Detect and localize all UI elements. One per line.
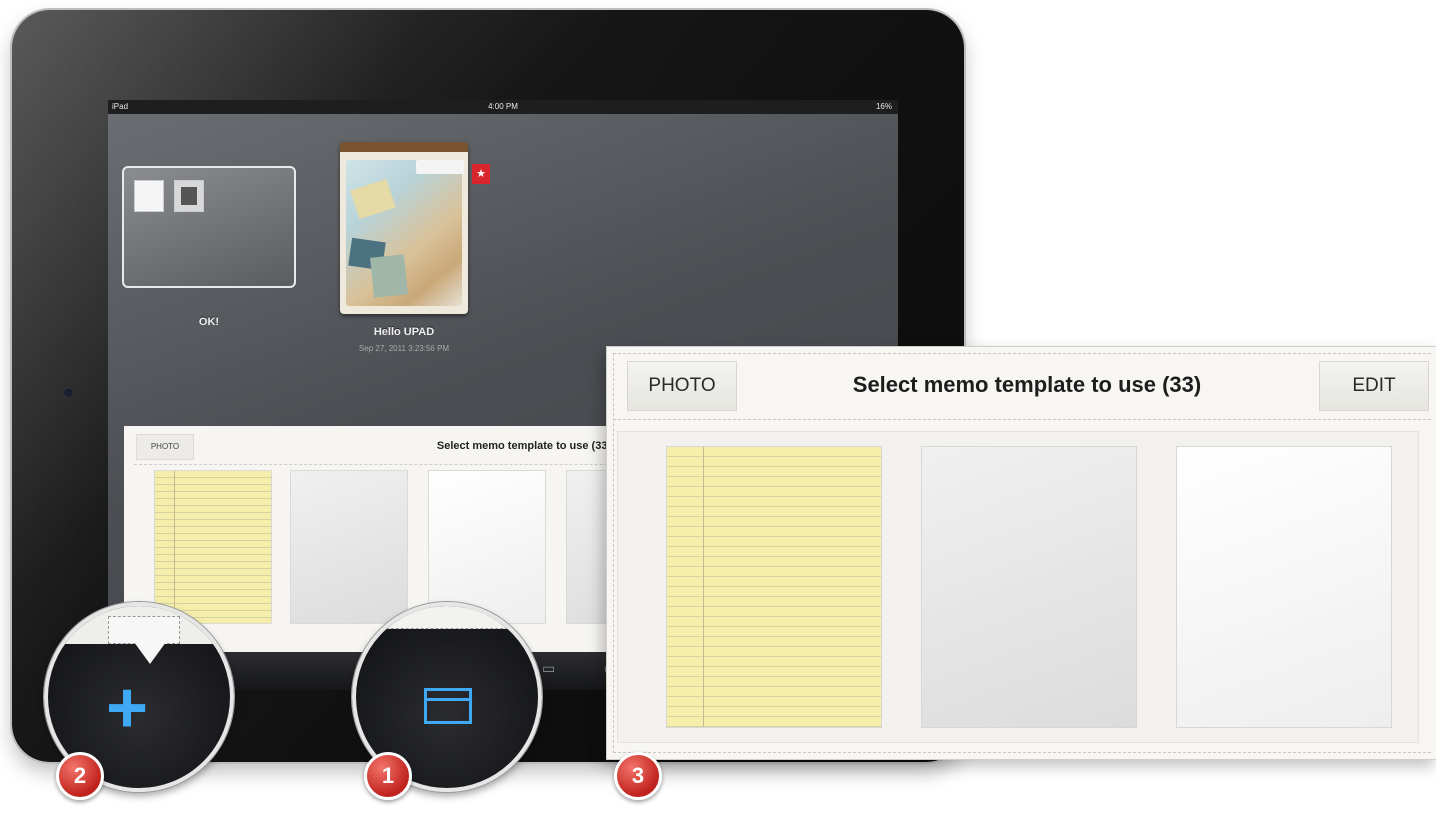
step-badge-2: 2 bbox=[56, 752, 104, 800]
template-white-paper[interactable] bbox=[1176, 446, 1392, 728]
callout-arrow bbox=[134, 642, 166, 664]
memo-notebook-hello-upad[interactable]: ★ bbox=[340, 142, 490, 314]
mini-page-thumbnail bbox=[134, 180, 164, 212]
memo-title: OK! bbox=[198, 316, 220, 328]
photo-button[interactable]: PHOTO bbox=[136, 434, 194, 460]
edit-button[interactable]: EDIT bbox=[1319, 361, 1429, 411]
battery-label: 16% bbox=[875, 102, 892, 111]
memo-title: Hello UPAD bbox=[373, 326, 435, 338]
dashed-border bbox=[613, 353, 1431, 354]
template-gray-paper[interactable] bbox=[921, 446, 1137, 728]
step-badge-3: 3 bbox=[614, 752, 662, 800]
template-gray-paper[interactable] bbox=[290, 470, 408, 624]
notebook-label-tag bbox=[416, 160, 464, 174]
cover-photo bbox=[370, 254, 408, 298]
dashed-border bbox=[613, 353, 614, 753]
memo-thumbnail-ok[interactable] bbox=[122, 166, 296, 288]
status-bar: iPad 4:00 PM 16% bbox=[108, 100, 898, 114]
magnified-panel-edge bbox=[356, 606, 538, 629]
clock: 4:00 PM bbox=[488, 102, 518, 111]
step-badge-1: 1 bbox=[364, 752, 412, 800]
callout-bubble bbox=[108, 616, 180, 644]
template-picker-title: Select memo template to use (33) bbox=[852, 372, 1202, 397]
template-white-paper[interactable] bbox=[428, 470, 546, 624]
notebook-cover-image bbox=[346, 160, 462, 306]
template-grid bbox=[617, 431, 1419, 743]
camera-dot bbox=[64, 388, 73, 397]
window-icon[interactable]: ▭ bbox=[542, 660, 555, 677]
mini-page-thumbnail bbox=[174, 180, 204, 212]
favorite-star-icon[interactable]: ★ bbox=[472, 164, 490, 184]
plus-icon[interactable]: + bbox=[106, 672, 148, 744]
dashed-border bbox=[613, 752, 1431, 753]
template-yellow-pad[interactable] bbox=[666, 446, 882, 728]
template-picker-zoomed: PHOTO Select memo template to use (33) E… bbox=[606, 346, 1436, 760]
template-yellow-pad[interactable] bbox=[154, 470, 272, 624]
memo-date: Sep 27, 2011 3:23:56 PM bbox=[358, 344, 450, 353]
cover-photo bbox=[350, 178, 396, 220]
divider bbox=[613, 419, 1431, 420]
photo-button[interactable]: PHOTO bbox=[627, 361, 737, 411]
window-icon[interactable] bbox=[424, 688, 472, 724]
